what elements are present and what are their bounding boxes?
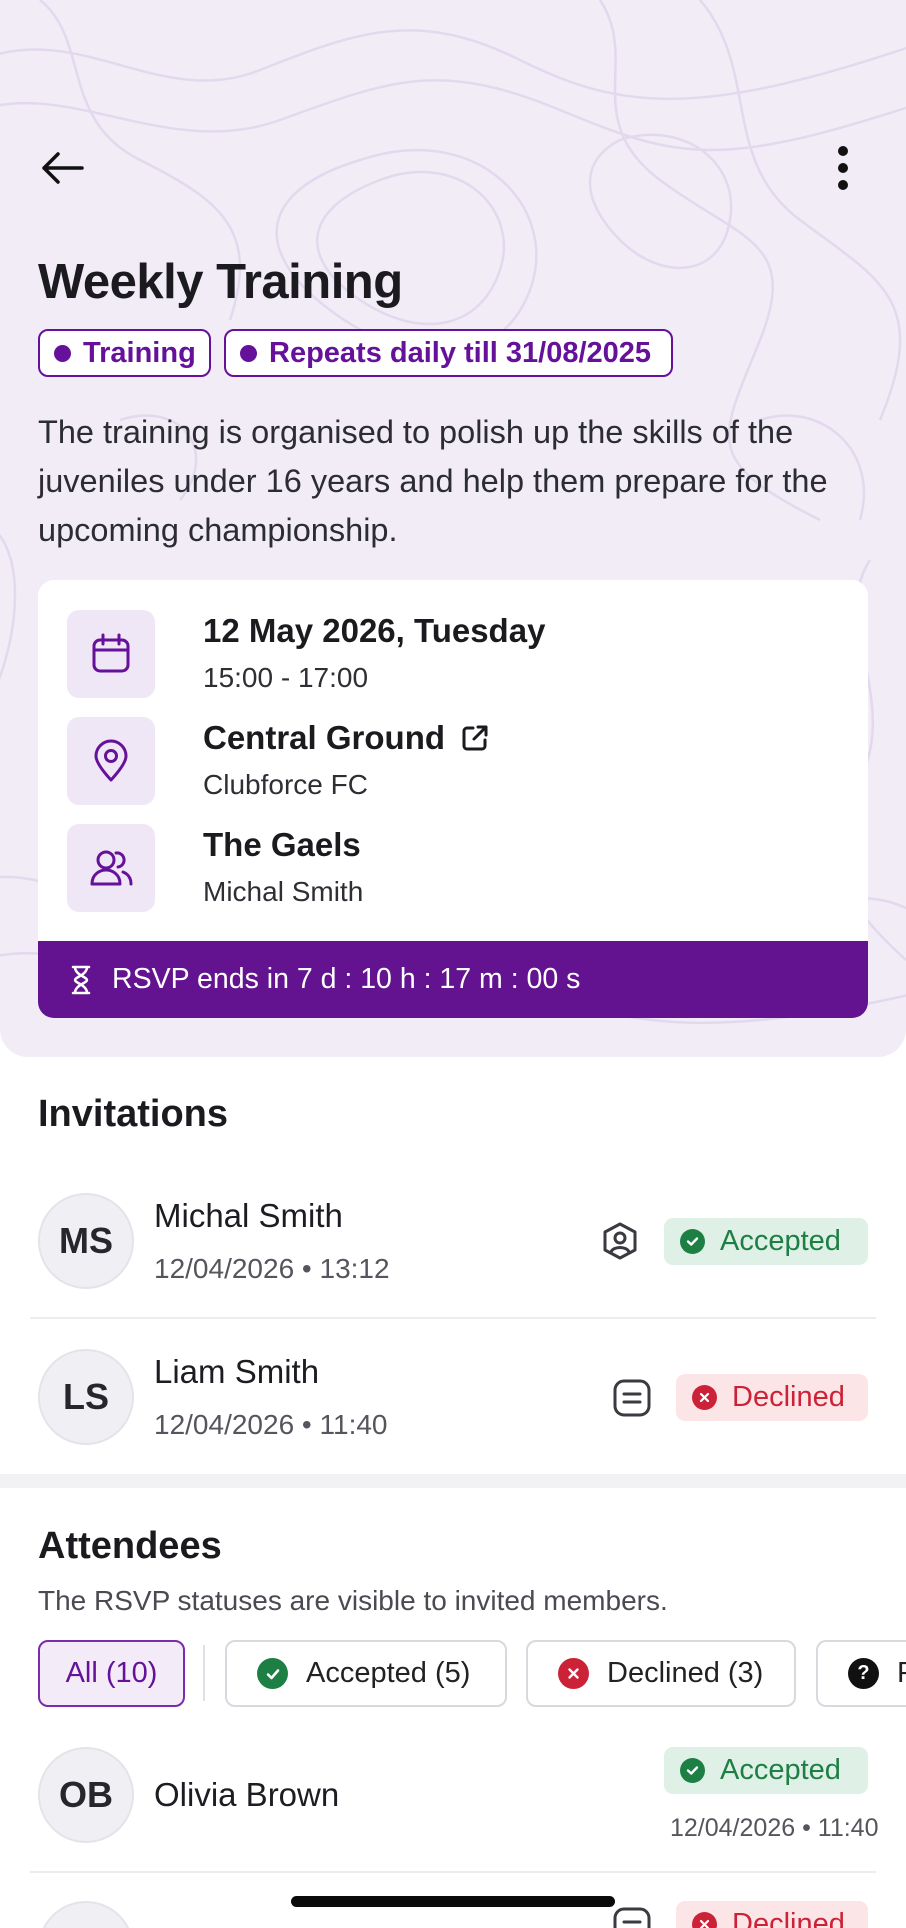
event-type-chip: Training [38,329,211,377]
external-link-icon[interactable] [459,722,491,754]
status-label: Accepted [720,1225,841,1257]
divider [30,1317,876,1319]
calendar-icon [67,610,155,698]
club-name: Clubforce FC [203,769,368,800]
venue-name: Central Ground [203,719,446,756]
users-group-icon [67,824,155,912]
status-badge: Declined [676,1901,868,1928]
vertical-ellipsis-icon [838,146,848,190]
filter-all[interactable]: All (10) [38,1640,185,1707]
filter-accepted[interactable]: Accepted (5) [225,1640,507,1707]
rsvp-countdown-bar: RSVP ends in 7 d : 10 h : 17 m : 00 s [38,941,868,1018]
invitee-name: Liam Smith [154,1353,320,1390]
note-icon[interactable] [611,1905,653,1928]
status-badge: Accepted [664,1747,868,1794]
chip-dot-icon [54,344,71,362]
event-type-label: Training [83,336,196,369]
venue-row[interactable]: Central Ground Clubforce FC [67,717,827,805]
check-circle-icon [257,1658,288,1689]
attendee-name: Olivia Brown [154,1776,340,1813]
event-date: 12 May 2026, Tuesday [203,612,546,649]
avatar [38,1901,134,1928]
attendees-heading: Attendees [38,1525,222,1567]
event-time: 15:00 - 17:00 [203,662,369,693]
avatar: LS [38,1349,134,1445]
event-header: Weekly Training Training Repeats daily t… [0,0,906,1057]
avatar: OB [38,1747,134,1843]
filter-separator [203,1645,205,1701]
rsvp-countdown-text: RSVP ends in 7 d : 10 h : 17 m : 00 s [112,963,581,995]
check-circle-icon [680,1758,705,1783]
location-pin-icon [67,717,155,805]
team-name: The Gaels [203,826,361,863]
user-shield-icon [599,1220,641,1262]
invitations-heading: Invitations [38,1093,229,1135]
x-circle-icon [692,1912,717,1928]
more-options-button[interactable] [820,140,866,196]
event-description: The training is organised to polish up t… [38,414,828,548]
filter-pending[interactable]: ? P [816,1640,906,1707]
arrow-left-icon [42,152,84,184]
x-circle-icon [692,1385,717,1410]
invitee-timestamp: 12/04/2026 • 11:40 [154,1409,388,1440]
status-label: Declined [732,1908,845,1928]
status-label: Declined [732,1381,845,1413]
back-button[interactable] [36,146,88,190]
section-divider [0,1474,906,1488]
attendees-subtitle: The RSVP statuses are visible to invited… [38,1585,668,1616]
date-row: 12 May 2026, Tuesday 15:00 - 17:00 [67,610,827,698]
status-label: Accepted [720,1754,841,1786]
team-row: The Gaels Michal Smith [67,824,827,912]
status-badge: Accepted [664,1218,868,1265]
question-circle-icon: ? [848,1658,879,1689]
filter-declined[interactable]: Declined (3) [526,1640,796,1707]
status-badge: Declined [676,1374,868,1421]
event-details-card: 12 May 2026, Tuesday 15:00 - 17:00 Centr… [38,580,868,1018]
event-title: Weekly Training [38,255,403,309]
check-circle-icon [680,1229,705,1254]
venue-link[interactable]: Central Ground [203,719,491,757]
invitee-name: Michal Smith [154,1197,343,1234]
filter-pending-label: P [897,1657,906,1690]
avatar: MS [38,1193,134,1289]
hourglass-icon [70,965,92,995]
invitee-timestamp: 12/04/2026 • 13:12 [154,1253,390,1284]
note-icon[interactable] [611,1377,653,1419]
repeat-chip: Repeats daily till 31/08/2025 [224,329,673,377]
filter-accepted-label: Accepted (5) [306,1657,471,1689]
filter-all-label: All (10) [65,1657,158,1689]
organiser-name: Michal Smith [203,876,364,907]
divider [30,1871,876,1873]
attendee-timestamp: 12/04/2026 • 11:40 [670,1814,879,1842]
filter-declined-label: Declined (3) [607,1657,764,1689]
x-circle-icon [558,1658,589,1689]
home-indicator[interactable] [291,1896,615,1907]
repeat-label: Repeats daily till 31/08/2025 [269,336,652,369]
chip-dot-icon [240,344,257,362]
